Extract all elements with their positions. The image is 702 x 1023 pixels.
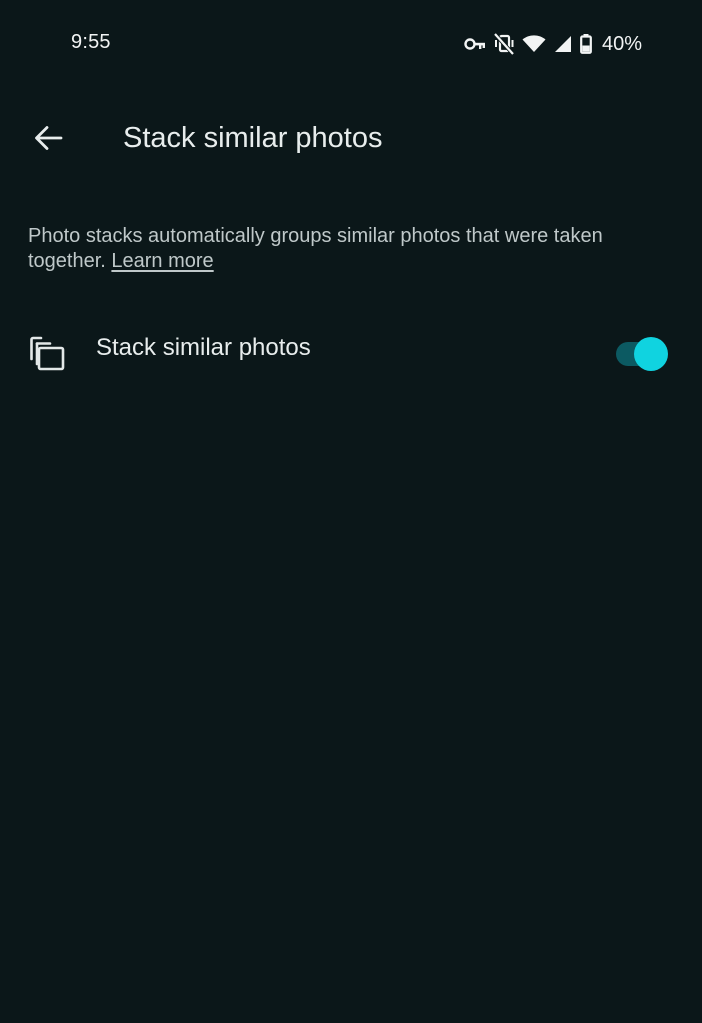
stack-icon: [28, 334, 68, 374]
description: Photo stacks automatically groups simila…: [28, 224, 668, 274]
page-title: Stack similar photos: [123, 122, 383, 154]
cell-signal-icon: [554, 35, 572, 53]
app-bar: Stack similar photos: [0, 100, 702, 180]
wifi-icon: [522, 35, 546, 53]
status-icons: 40%: [464, 31, 642, 57]
status-time: 9:55: [71, 31, 111, 53]
status-bar: 9:55 40%: [0, 0, 702, 88]
learn-more-link[interactable]: Learn more: [111, 250, 213, 272]
vpn-key-icon: [464, 37, 486, 51]
screen: 9:55 40% Stack similar photos Photo stac…: [0, 0, 702, 1023]
arrow-back-icon: [33, 125, 63, 156]
battery-icon: [580, 34, 592, 54]
vibrate-off-icon: [493, 33, 514, 55]
back-button[interactable]: [20, 116, 76, 164]
setting-label: Stack similar photos: [96, 334, 311, 361]
battery-percent: 40%: [601, 32, 642, 55]
toggle-thumb: [634, 337, 668, 371]
stack-similar-photos-toggle[interactable]: [614, 337, 670, 371]
stack-similar-photos-setting[interactable]: Stack similar photos: [0, 310, 702, 396]
